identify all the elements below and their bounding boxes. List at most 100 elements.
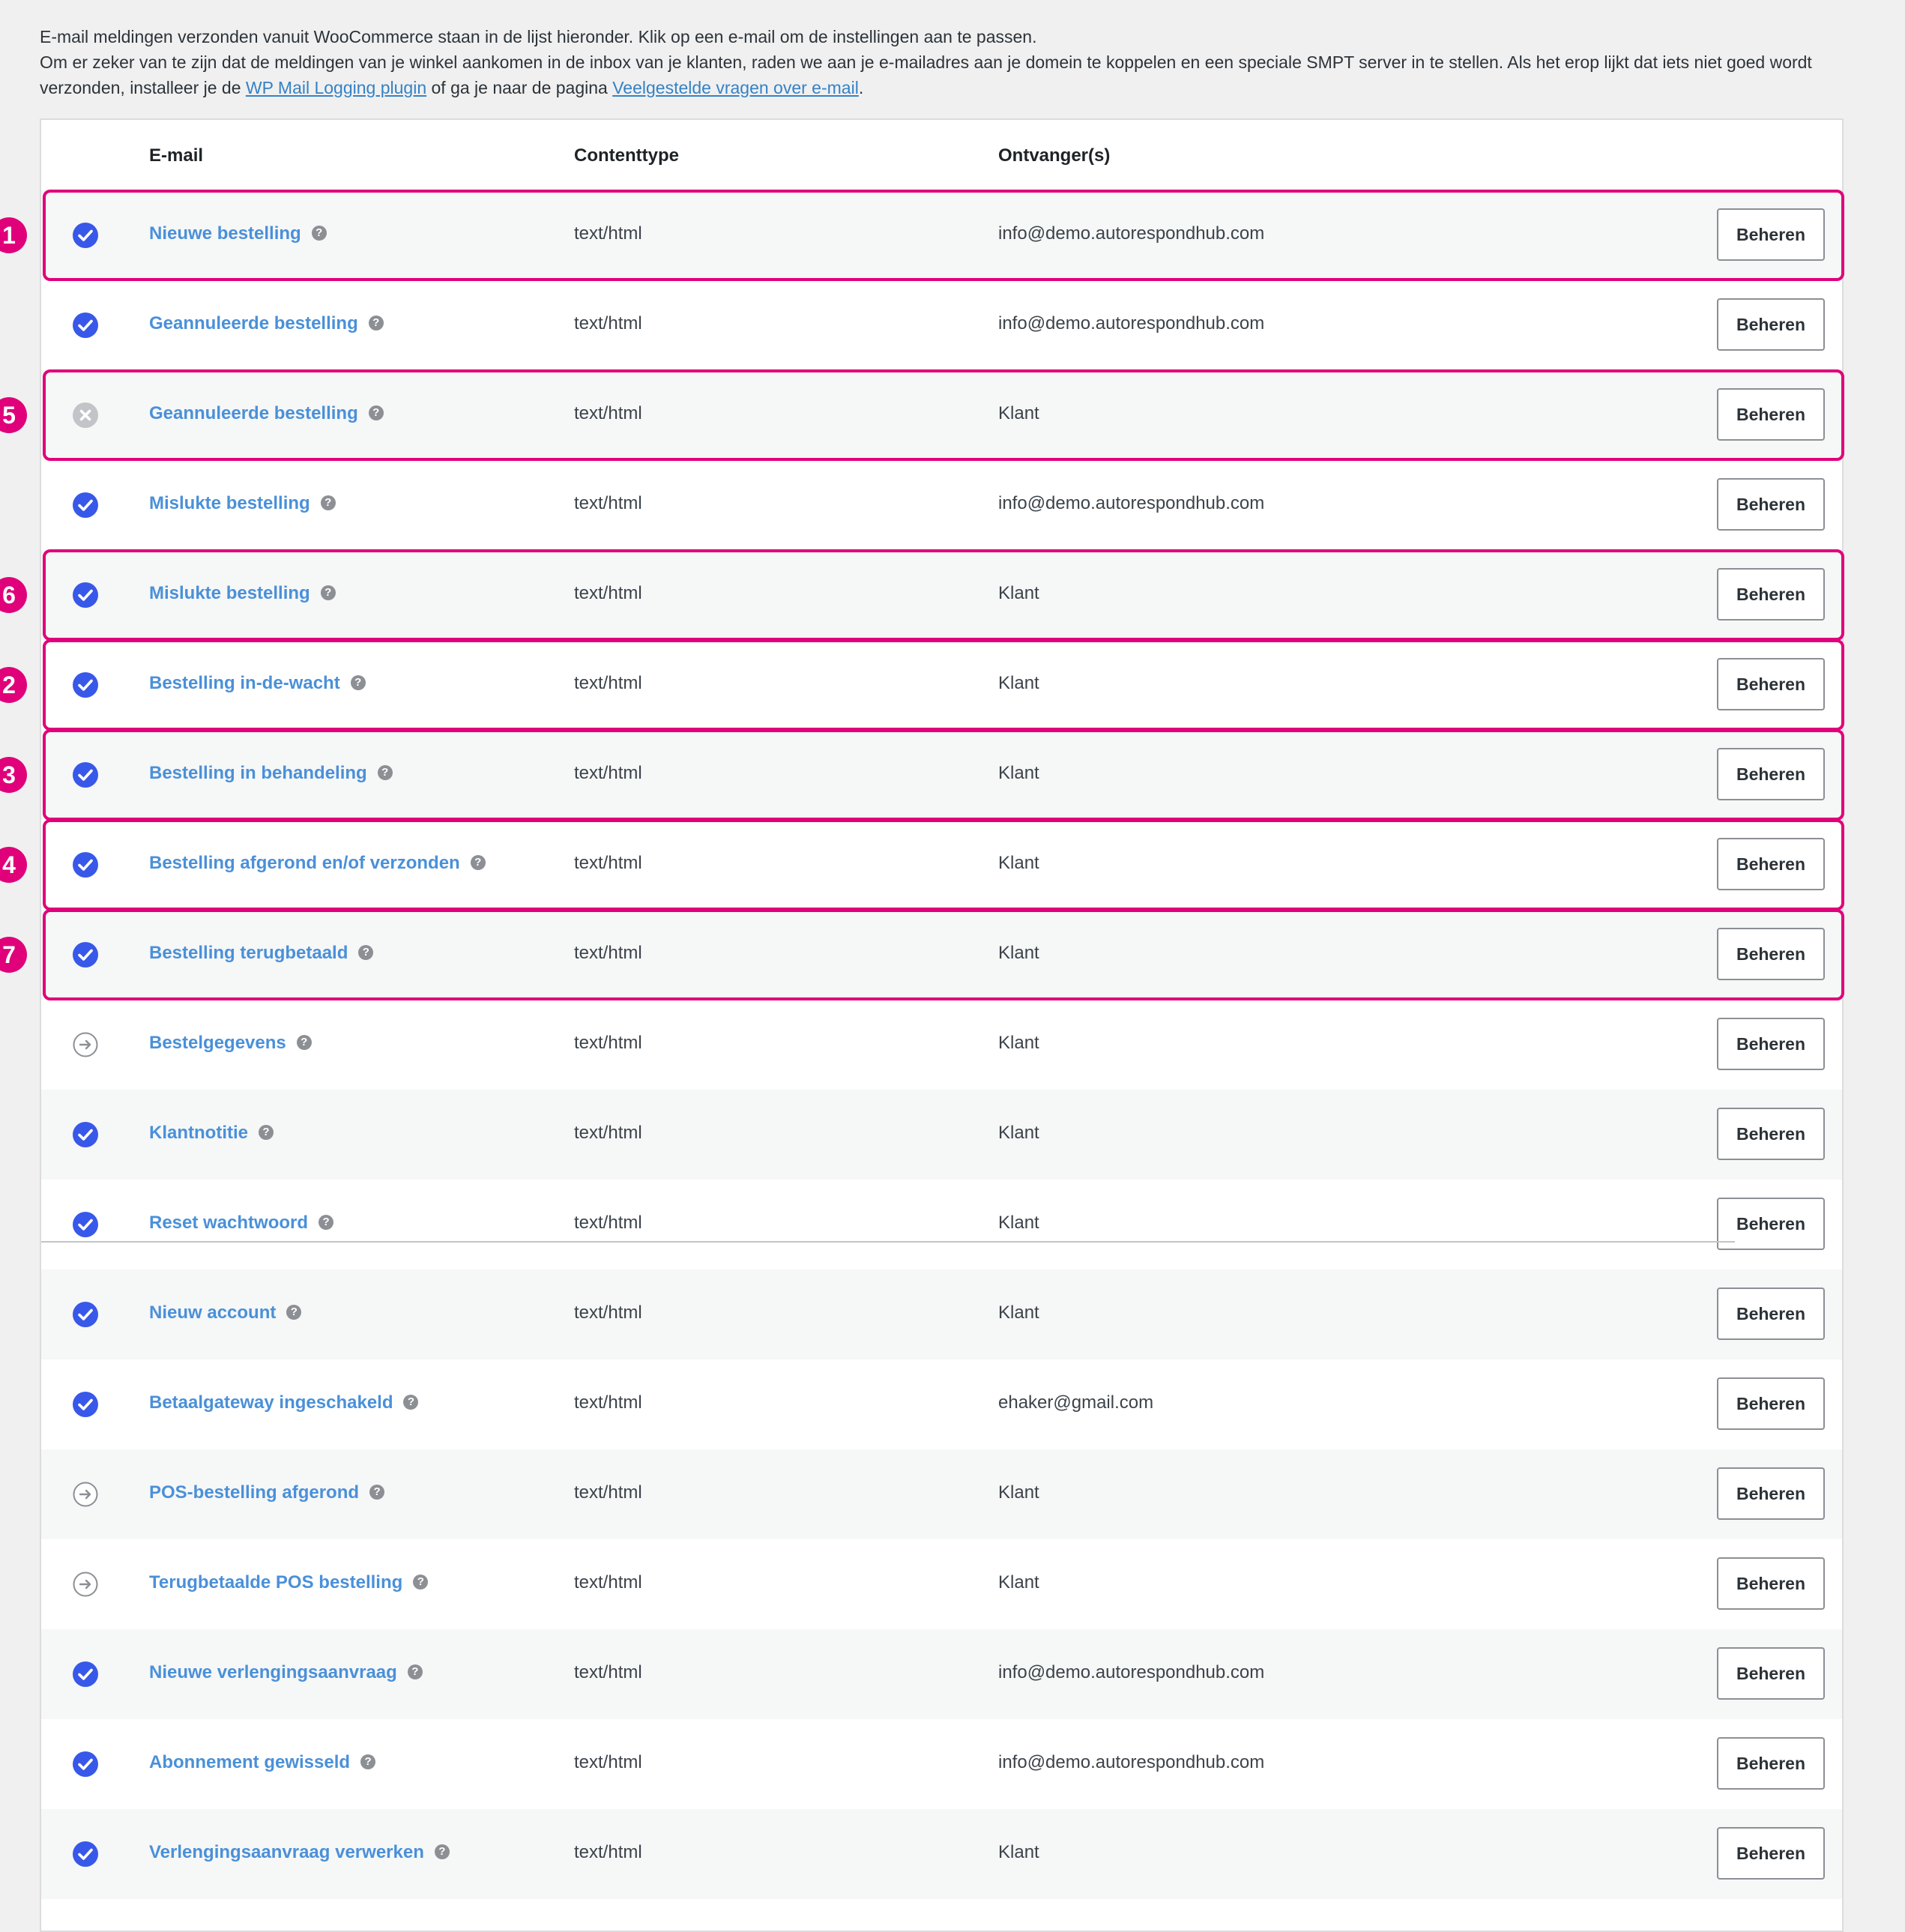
- intro-line-1: E-mail meldingen verzonden vanuit WooCom…: [40, 27, 1037, 46]
- email-name[interactable]: POS-bestelling afgerond: [149, 1482, 359, 1503]
- content-type-cell: text/html: [574, 673, 642, 693]
- horizontal-divider-line: [41, 1241, 1735, 1243]
- wp-mail-logging-link[interactable]: WP Mail Logging plugin: [246, 78, 426, 97]
- checkmark-circle-icon: [73, 1661, 98, 1687]
- email-name[interactable]: Mislukte bestelling: [149, 493, 310, 513]
- annotation-number-badge: 1: [0, 217, 27, 253]
- manage-button[interactable]: Beheren: [1717, 1288, 1825, 1340]
- email-name-link[interactable]: Nieuwe bestelling?: [149, 223, 327, 244]
- help-tip-icon[interactable]: ?: [407, 1664, 423, 1679]
- content-type-cell: text/html: [574, 943, 642, 963]
- recipient-cell: info@demo.autorespondhub.com: [998, 313, 1265, 333]
- email-name[interactable]: Geannuleerde bestelling: [149, 313, 358, 333]
- email-name-link[interactable]: Mislukte bestelling?: [149, 493, 336, 514]
- help-tip-icon[interactable]: ?: [470, 854, 486, 870]
- manage-button[interactable]: Beheren: [1717, 838, 1825, 890]
- help-tip-icon[interactable]: ?: [360, 1754, 376, 1769]
- manage-button[interactable]: Beheren: [1717, 1647, 1825, 1700]
- email-name-link[interactable]: Bestelling afgerond en/of verzonden?: [149, 853, 486, 874]
- table-row: Bestelling afgerond en/of verzonden? text…: [41, 820, 1842, 910]
- email-name[interactable]: Bestelling in-de-wacht: [149, 673, 340, 693]
- manage-button[interactable]: Beheren: [1717, 1827, 1825, 1880]
- content-type-cell: text/html: [574, 313, 642, 333]
- help-tip-icon[interactable]: ?: [413, 1574, 429, 1590]
- email-name[interactable]: Reset wachtwoord: [149, 1213, 308, 1233]
- table-row: POS-bestelling afgerond? text/html Klant Be…: [41, 1449, 1842, 1539]
- email-name[interactable]: Nieuw account: [149, 1302, 276, 1323]
- help-tip-icon[interactable]: ?: [286, 1304, 302, 1320]
- manage-button[interactable]: Beheren: [1717, 208, 1825, 261]
- email-name-link[interactable]: Nieuw account?: [149, 1302, 302, 1323]
- recipient-cell: Klant: [998, 673, 1039, 693]
- recipient-cell: Klant: [998, 763, 1039, 783]
- email-name-link[interactable]: POS-bestelling afgerond?: [149, 1482, 385, 1503]
- help-tip-icon[interactable]: ?: [318, 1214, 334, 1230]
- manage-button[interactable]: Beheren: [1717, 298, 1825, 351]
- email-name[interactable]: Nieuwe verlengingsaanvraag: [149, 1662, 397, 1682]
- manage-button[interactable]: Beheren: [1717, 1557, 1825, 1610]
- email-name[interactable]: Bestelgegevens: [149, 1033, 286, 1053]
- email-name[interactable]: Abonnement gewisseld: [149, 1752, 350, 1772]
- help-tip-icon[interactable]: ?: [369, 1484, 385, 1500]
- email-name-link[interactable]: Bestelgegevens?: [149, 1033, 312, 1054]
- table-row: Terugbetaalde POS bestelling? text/html Kl…: [41, 1539, 1842, 1629]
- manage-button[interactable]: Beheren: [1717, 388, 1825, 441]
- email-name-link[interactable]: Reset wachtwoord?: [149, 1213, 334, 1234]
- email-name-link[interactable]: Bestelling terugbetaald?: [149, 943, 374, 964]
- email-name[interactable]: Terugbetaalde POS bestelling: [149, 1572, 402, 1593]
- email-name-link[interactable]: Klantnotitie?: [149, 1123, 274, 1144]
- email-name[interactable]: Bestelling afgerond en/of verzonden: [149, 853, 460, 873]
- email-name[interactable]: Betaalgateway ingeschakeld: [149, 1392, 393, 1413]
- help-tip-icon[interactable]: ?: [368, 405, 384, 420]
- manage-button[interactable]: Beheren: [1717, 1108, 1825, 1160]
- manage-button[interactable]: Beheren: [1717, 478, 1825, 531]
- email-name-link[interactable]: Bestelling in behandeling?: [149, 763, 393, 784]
- email-name[interactable]: Mislukte bestelling: [149, 583, 310, 603]
- table-row: Mislukte bestelling? text/html Klant Behere…: [41, 550, 1842, 640]
- manage-button[interactable]: Beheren: [1717, 658, 1825, 710]
- table-row: Verlengingsaanvraag verwerken? text/html K…: [41, 1809, 1842, 1899]
- help-tip-icon[interactable]: ?: [434, 1844, 450, 1859]
- help-tip-icon[interactable]: ?: [358, 944, 374, 960]
- recipient-cell: info@demo.autorespondhub.com: [998, 1662, 1265, 1682]
- help-tip-icon[interactable]: ?: [377, 764, 393, 780]
- annotation-number-badge: 3: [0, 757, 27, 793]
- email-name-link[interactable]: Nieuwe verlengingsaanvraag?: [149, 1662, 423, 1683]
- checkmark-circle-icon: [73, 942, 98, 967]
- help-tip-icon[interactable]: ?: [403, 1394, 419, 1410]
- manage-button[interactable]: Beheren: [1717, 1018, 1825, 1070]
- email-name-link[interactable]: Geannuleerde bestelling?: [149, 403, 384, 424]
- email-name[interactable]: Nieuwe bestelling: [149, 223, 301, 244]
- help-tip-icon[interactable]: ?: [259, 1124, 274, 1140]
- email-faq-link[interactable]: Veelgestelde vragen over e-mail: [612, 78, 859, 97]
- email-name[interactable]: Bestelling in behandeling: [149, 763, 367, 783]
- help-tip-icon[interactable]: ?: [320, 495, 336, 510]
- email-name-link[interactable]: Geannuleerde bestelling?: [149, 313, 384, 334]
- email-name-link[interactable]: Terugbetaalde POS bestelling?: [149, 1572, 429, 1593]
- manage-button[interactable]: Beheren: [1717, 928, 1825, 980]
- content-type-cell: text/html: [574, 853, 642, 873]
- email-name-link[interactable]: Abonnement gewisseld?: [149, 1752, 376, 1773]
- manage-button[interactable]: Beheren: [1717, 748, 1825, 800]
- email-name-link[interactable]: Verlengingsaanvraag verwerken?: [149, 1842, 450, 1863]
- help-tip-icon[interactable]: ?: [368, 315, 384, 330]
- email-name-link[interactable]: Mislukte bestelling?: [149, 583, 336, 604]
- checkmark-circle-icon: [73, 1841, 98, 1867]
- manage-button[interactable]: Beheren: [1717, 568, 1825, 621]
- manage-button[interactable]: Beheren: [1717, 1467, 1825, 1520]
- manage-button[interactable]: Beheren: [1717, 1377, 1825, 1430]
- email-name-link[interactable]: Betaalgateway ingeschakeld?: [149, 1392, 419, 1413]
- table-row: Geannuleerde bestelling? text/html info@de…: [41, 280, 1842, 370]
- email-name[interactable]: Geannuleerde bestelling: [149, 403, 358, 423]
- help-tip-icon[interactable]: ?: [311, 225, 327, 241]
- email-name-link[interactable]: Bestelling in-de-wacht?: [149, 673, 366, 694]
- manage-button[interactable]: Beheren: [1717, 1737, 1825, 1790]
- email-name[interactable]: Klantnotitie: [149, 1123, 248, 1143]
- email-notifications-table: E-mail Contenttype Ontvanger(s) Nieuwe b…: [40, 118, 1844, 1932]
- help-tip-icon[interactable]: ?: [320, 585, 336, 600]
- email-name[interactable]: Bestelling terugbetaald: [149, 943, 348, 963]
- recipient-cell: Klant: [998, 583, 1039, 603]
- help-tip-icon[interactable]: ?: [350, 674, 366, 690]
- email-name[interactable]: Verlengingsaanvraag verwerken: [149, 1842, 424, 1862]
- help-tip-icon[interactable]: ?: [296, 1034, 312, 1050]
